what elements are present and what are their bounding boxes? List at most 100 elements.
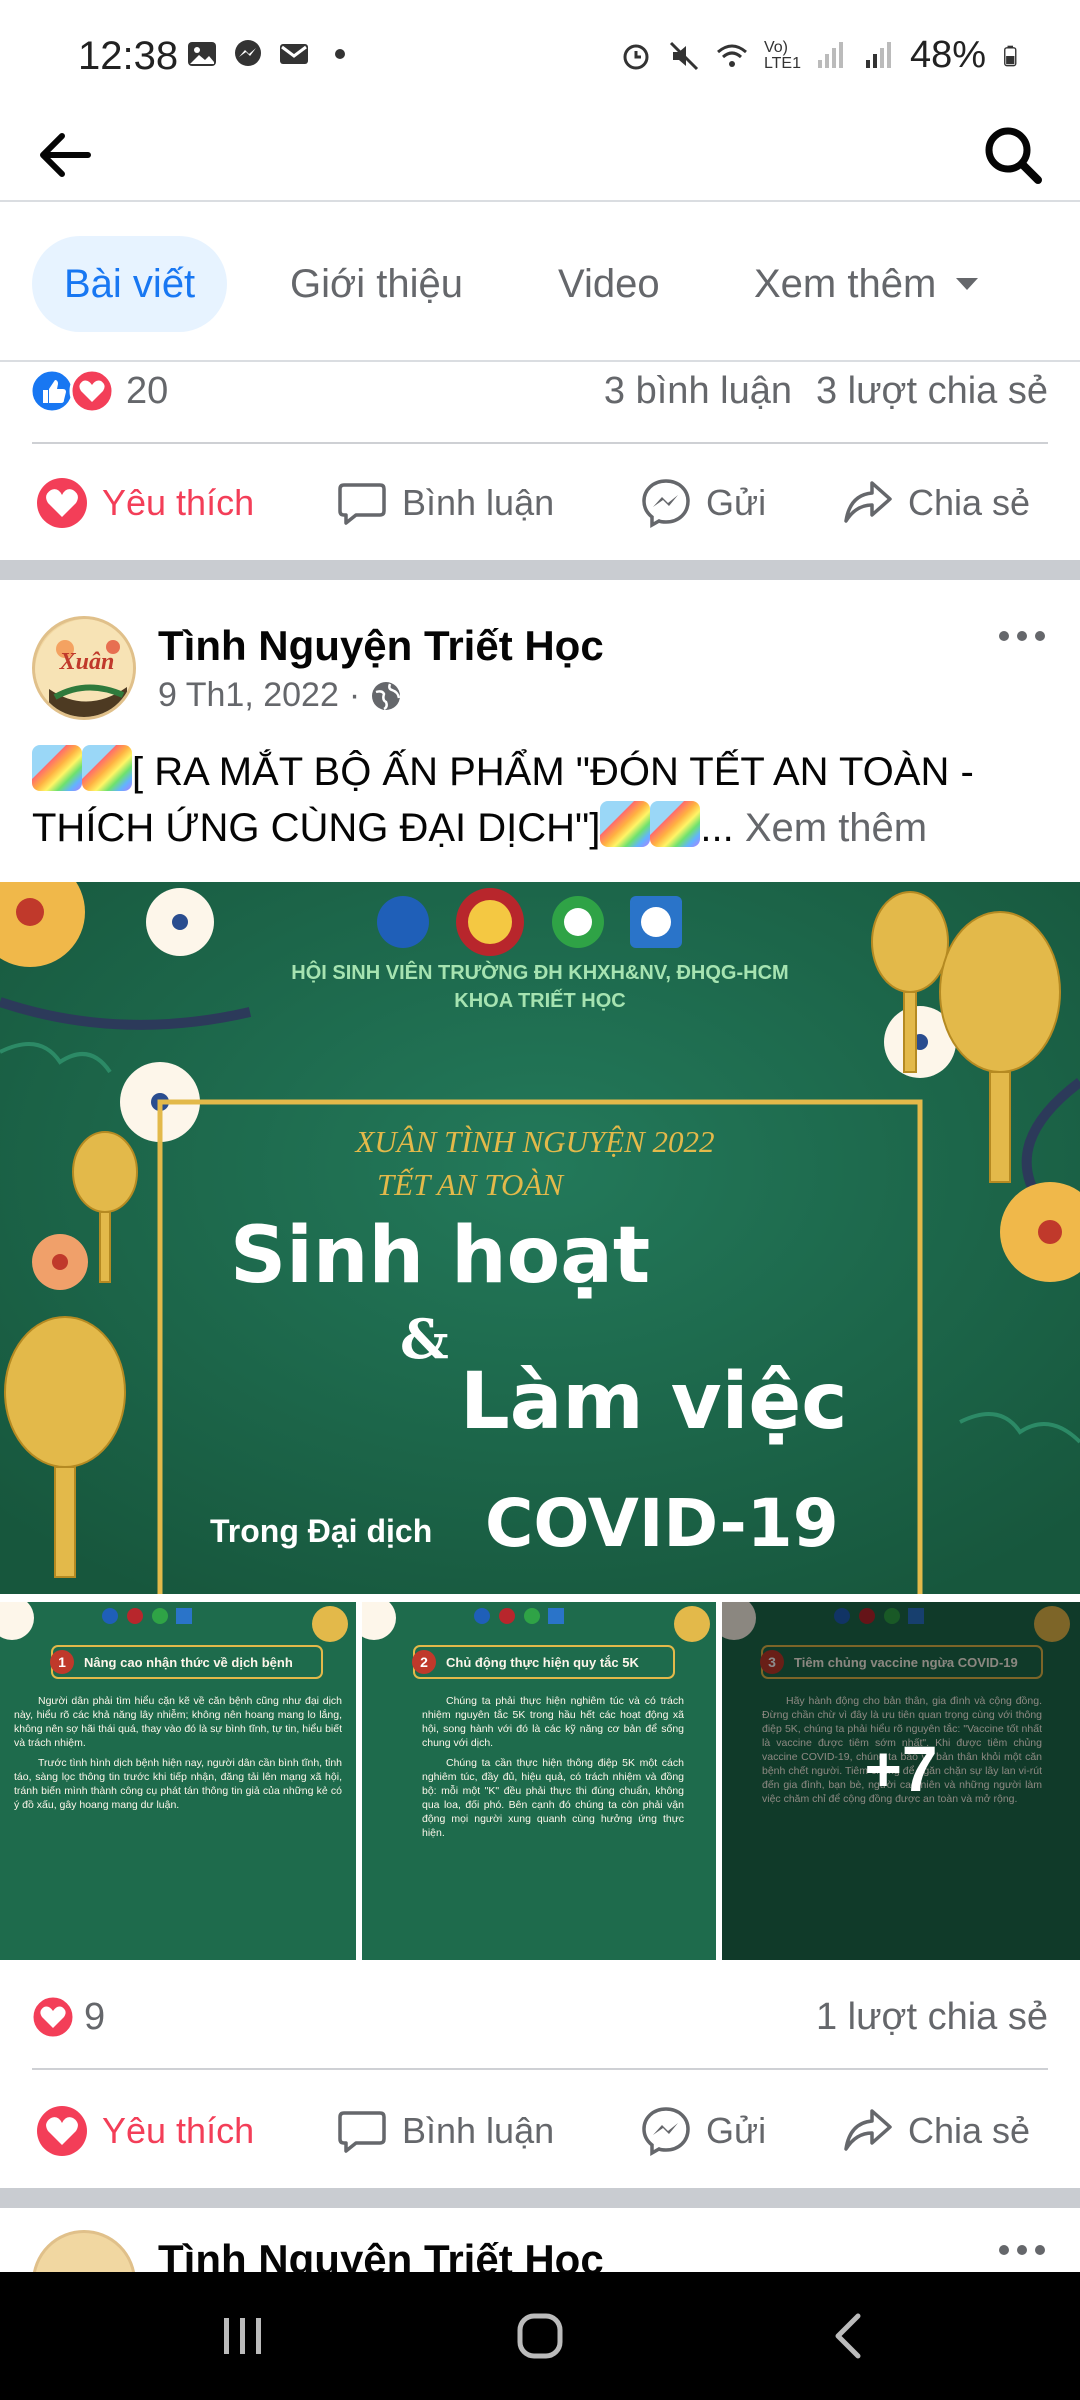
signal-icon	[865, 41, 891, 68]
messenger-icon	[235, 40, 261, 66]
avatar[interactable]	[32, 2230, 136, 2272]
globe-icon	[372, 681, 401, 710]
caret-down-icon	[956, 278, 979, 290]
system-nav-bar	[0, 2272, 1080, 2400]
reaction-count[interactable]: 9	[84, 1996, 105, 2039]
feed-separator	[0, 2188, 1080, 2208]
tab-see-more-label: Xem thêm	[754, 262, 937, 306]
recent-apps-icon[interactable]	[210, 2304, 274, 2368]
org-line-2: KHOA TRIẾT HỌC	[454, 989, 625, 1012]
post-header: Xuân Tình Nguyện Triết Học 9 Th1, 2022 ·	[0, 612, 1080, 732]
org-line-1: HỘI SINH VIÊN TRƯỜNG ĐH KHXH&NV, ĐHQG-HC…	[291, 960, 788, 984]
messenger-icon	[642, 2107, 690, 2157]
svg-text:Chủ động thực hiện quy tắc 5K: Chủ động thực hiện quy tắc 5K	[446, 1655, 639, 1670]
feed-separator	[0, 560, 1080, 580]
heart-icon	[37, 478, 87, 528]
post-main-image[interactable]: HỘI SINH VIÊN TRƯỜNG ĐH KHXH&NV, ĐHQG-HC…	[0, 882, 1080, 1594]
tab-posts[interactable]: Bài viết	[32, 236, 228, 332]
poster-title-3-big: COVID-19	[485, 1485, 839, 1562]
post-thumbnail-more[interactable]: 3 Tiêm chủng vaccine ngừa COVID-19 Hãy h…	[722, 1602, 1080, 1960]
heart-icon	[37, 2106, 87, 2156]
poster-title-2: Làm việc	[460, 1357, 848, 1447]
comment-label: Bình luận	[402, 482, 555, 523]
send-button[interactable]: Gửi	[640, 2094, 766, 2168]
dot-icon	[335, 49, 345, 59]
share-label: Chia sẻ	[908, 482, 1031, 523]
share-icon	[844, 2109, 892, 2151]
like-button[interactable]: Yêu thích	[36, 2094, 254, 2168]
mail-icon	[280, 44, 308, 64]
like-label: Yêu thích	[102, 482, 255, 523]
like-button[interactable]: Yêu thích	[36, 466, 254, 540]
messenger-icon	[642, 479, 690, 529]
more-options-icon[interactable]	[992, 616, 1052, 656]
page-name[interactable]: Tình Nguyện Triết Học	[158, 622, 604, 670]
share-label: Chia sẻ	[908, 2110, 1031, 2151]
app-bar	[0, 110, 1080, 202]
share-count[interactable]: 3 lượt chia sẻ	[816, 370, 1048, 413]
share-counts: 1 lượt chia sẻ	[816, 1996, 1048, 2039]
post-date[interactable]: 9 Th1, 2022	[158, 676, 339, 715]
svg-text:Nâng cao nhận thức về dịch bện: Nâng cao nhận thức về dịch bệnh	[84, 1655, 293, 1670]
poster-subtitle-2: TẾT AN TOÀN	[377, 1167, 565, 1202]
tab-see-more[interactable]: Xem thêm	[722, 236, 1012, 332]
poster-subtitle-1: XUÂN TÌNH NGUYỆN 2022	[353, 1124, 714, 1159]
reaction-icons[interactable]	[30, 368, 118, 414]
thumbnail-graphic: 2 Chủ động thực hiện quy tắc 5K Chúng ta…	[362, 1602, 716, 1960]
home-icon[interactable]	[508, 2304, 572, 2368]
post-thumbnail[interactable]: 1 Nâng cao nhận thức về dịch bệnh Người …	[0, 1602, 356, 1960]
avatar-text: Xuân	[59, 649, 115, 675]
page-name[interactable]: Tình Nguyện Triết Học	[158, 2236, 604, 2272]
poster-amp: &	[400, 1307, 449, 1371]
more-photos-count[interactable]: +7	[722, 1732, 1080, 1806]
comment-button[interactable]: Bình luận	[336, 466, 554, 540]
poster-title-1: Sinh hoạt	[230, 1211, 650, 1301]
rainbow-emoji-icon	[32, 745, 82, 791]
battery-percent: 48%	[909, 34, 986, 76]
status-system-icons: Vo) LTE1 48%	[620, 34, 1024, 77]
comment-icon	[338, 483, 386, 525]
mute-icon	[669, 41, 698, 70]
share-count[interactable]: 1 lượt chia sẻ	[816, 1996, 1048, 2039]
prev-post-actions: Yêu thích Bình luận Gửi Chia sẻ	[0, 448, 1080, 558]
comment-button[interactable]: Bình luận	[336, 2094, 554, 2168]
rainbow-emoji-icon	[82, 745, 132, 791]
avatar[interactable]: Xuân	[32, 616, 136, 720]
status-notification-icons	[186, 38, 356, 70]
gallery-icon	[188, 42, 216, 66]
divider	[32, 2068, 1048, 2070]
network-label: Vo) LTE1	[763, 38, 801, 72]
comment-count[interactable]: 3 bình luận	[604, 370, 792, 413]
search-icon[interactable]	[976, 118, 1050, 192]
reaction-icons[interactable]	[30, 1994, 76, 2040]
signal-icon	[817, 41, 843, 68]
poster-title-3-small: Trong Đại dịch	[210, 1513, 432, 1549]
post-actions: Yêu thích Bình luận Gửi Chia sẻ	[0, 2076, 1080, 2186]
alarm-icon	[623, 44, 649, 69]
svg-text:2: 2	[420, 1654, 428, 1670]
back-icon[interactable]	[818, 2304, 882, 2368]
post-meta: 9 Th1, 2022 ·	[158, 676, 402, 715]
tab-video[interactable]: Video	[526, 236, 692, 332]
post-counts: 9 1 lượt chia sẻ	[0, 1972, 1080, 2062]
send-label: Gửi	[706, 482, 767, 523]
send-button[interactable]: Gửi	[640, 466, 766, 540]
post-text: [ RA MẮT BỘ ẤN PHẨM "ĐÓN TẾT AN TOÀN - T…	[32, 744, 1052, 856]
share-button[interactable]: Chia sẻ	[842, 466, 1030, 540]
reaction-count[interactable]: 20	[126, 370, 168, 413]
page-tabs: Bài viết Giới thiệu Video Xem thêm	[0, 204, 1080, 362]
share-button[interactable]: Chia sẻ	[842, 2094, 1030, 2168]
tab-about[interactable]: Giới thiệu	[258, 236, 495, 332]
post-thumbnail[interactable]: 2 Chủ động thực hiện quy tắc 5K Chúng ta…	[362, 1602, 716, 1960]
comment-share-counts: 3 bình luận 3 lượt chia sẻ	[604, 370, 1048, 413]
arrow-left-icon[interactable]	[30, 120, 100, 190]
rainbow-emoji-icon	[650, 801, 701, 847]
comment-icon	[338, 2111, 386, 2153]
status-time: 12:38	[78, 34, 179, 78]
more-options-icon[interactable]	[992, 2230, 1052, 2270]
rainbow-emoji-icon	[600, 801, 651, 847]
post-text-ellipsis: ...	[700, 806, 734, 850]
see-more-link[interactable]: Xem thêm	[745, 806, 927, 850]
status-bar: 12:38 Vo) LTE1 48%	[0, 0, 1080, 110]
wifi-icon	[716, 44, 747, 67]
